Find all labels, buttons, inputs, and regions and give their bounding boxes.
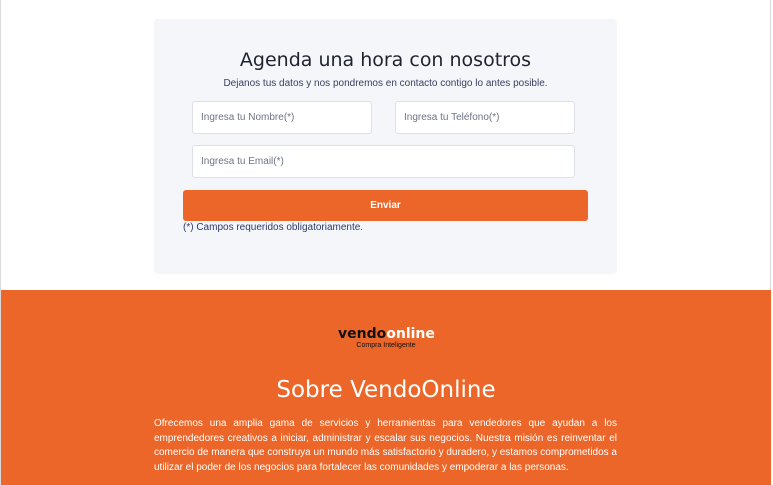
form-title: Agenda una hora con nosotros: [239, 49, 532, 71]
appointment-form: Agenda una hora con nosotros Dejanos tus…: [154, 19, 617, 274]
about-description: Ofrecemos una amplia gama de servicios y…: [154, 418, 617, 473]
submit-button[interactable]: Enviar: [183, 190, 588, 221]
name-input[interactable]: [192, 101, 372, 134]
form-subtitle: Dejanos tus datos y nos pondremos en con…: [223, 78, 548, 89]
brand-logo[interactable]: vendoonline Compra Inteligente: [338, 326, 435, 351]
logo-part-vendo: vendo: [338, 326, 387, 342]
phone-input[interactable]: [395, 101, 575, 134]
logo-part-online: online: [386, 326, 435, 342]
logo-tagline: Compra Inteligente: [356, 342, 416, 349]
email-input[interactable]: [192, 145, 575, 178]
about-title: Sobre VendoOnline: [276, 377, 496, 403]
required-fields-note: (*) Campos requeridos obligatoriamente.: [183, 222, 364, 233]
about-section: vendoonline Compra Inteligente Sobre Ven…: [1, 290, 771, 485]
logo-wordmark: vendoonline: [338, 326, 435, 342]
